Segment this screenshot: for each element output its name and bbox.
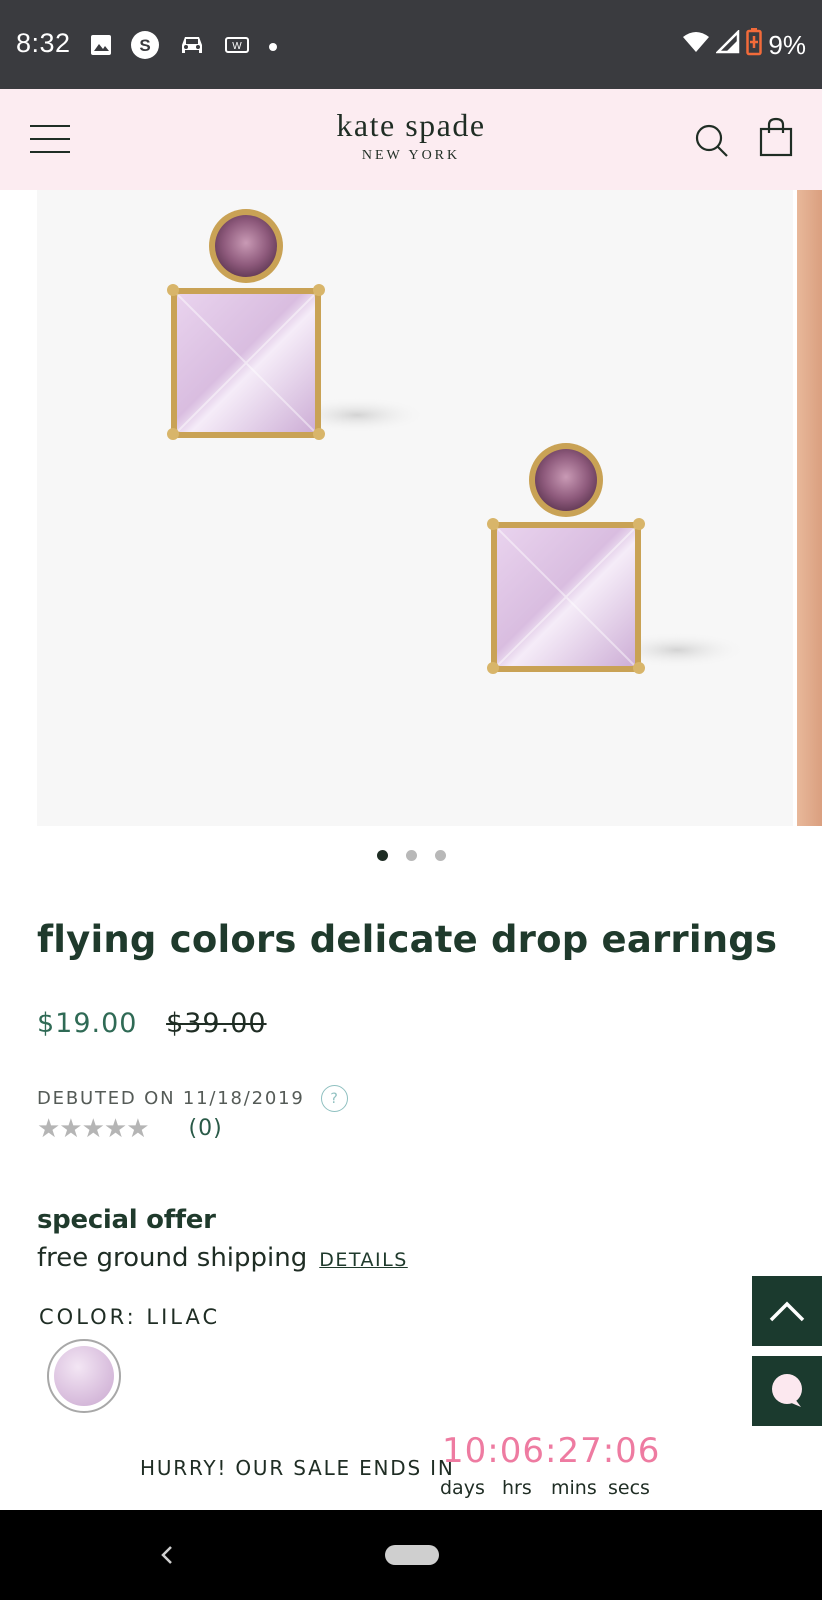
status-time: 8:32 xyxy=(16,28,71,58)
w-icon: W xyxy=(224,34,250,61)
timer-unit-secs: secs xyxy=(608,1477,650,1499)
original-price: $39.00 xyxy=(166,1008,267,1039)
system-icons: 9% xyxy=(682,28,806,63)
battery-percent: 9% xyxy=(768,30,806,60)
chat-icon xyxy=(772,1374,802,1407)
search-icon xyxy=(695,124,728,157)
color-label: COLOR: LILAC xyxy=(39,1305,221,1329)
status-bar: 8:32 S W 9% xyxy=(0,0,822,89)
sale-countdown-banner: HURRY! OUR SALE ENDS IN 10:06:27:06 days… xyxy=(0,1431,822,1509)
timer-unit-mins: mins xyxy=(551,1477,597,1499)
back-to-top-button[interactable] xyxy=(752,1276,822,1346)
price-row: $19.00 $39.00 xyxy=(37,1008,267,1039)
offer-details-link[interactable]: DETAILS xyxy=(319,1249,408,1271)
timer-unit-days: days xyxy=(440,1477,485,1499)
signal-icon xyxy=(715,28,740,61)
product-image[interactable] xyxy=(37,190,793,826)
back-button[interactable] xyxy=(152,1540,182,1570)
debuted-label: DEBUTED ON 11/18/2019 xyxy=(37,1088,305,1109)
system-navigation-bar xyxy=(0,1510,822,1600)
shopping-bag-button[interactable] xyxy=(758,117,794,157)
carousel-dot-2[interactable] xyxy=(405,850,417,861)
special-offer-title: special offer xyxy=(37,1205,216,1235)
back-chevron-icon xyxy=(161,1546,172,1564)
chevron-up-icon xyxy=(769,1301,805,1322)
countdown-timer: 10:06:27:06 xyxy=(442,1431,661,1471)
sale-text: HURRY! OUR SALE ENDS IN xyxy=(140,1456,455,1480)
rating-row[interactable]: ★★★★★ (0) xyxy=(37,1113,223,1144)
review-count[interactable]: (0) xyxy=(189,1116,223,1141)
help-icon[interactable]: ? xyxy=(320,1085,348,1112)
carousel-dot-3[interactable] xyxy=(434,850,446,861)
home-pill-button[interactable] xyxy=(385,1545,439,1565)
product-title: flying colors delicate drop earrings xyxy=(37,918,778,961)
shopping-bag-icon xyxy=(759,117,793,157)
dot-icon xyxy=(268,39,278,57)
notification-icons: S W xyxy=(90,30,278,65)
special-offer-line: free ground shipping DETAILS xyxy=(37,1243,408,1273)
svg-text:W: W xyxy=(232,41,242,52)
s-badge-icon: S xyxy=(130,30,160,65)
color-swatch-lilac[interactable] xyxy=(47,1339,121,1413)
swatch-fill xyxy=(54,1346,114,1406)
star-rating-icon: ★★★★★ xyxy=(37,1113,150,1143)
search-button[interactable] xyxy=(694,123,730,159)
carousel-dot-1[interactable] xyxy=(376,850,388,861)
image-icon xyxy=(90,34,112,61)
offer-text: free ground shipping xyxy=(37,1243,308,1273)
carousel-pagination xyxy=(0,850,822,861)
chat-button[interactable] xyxy=(752,1356,822,1426)
site-header: kate spade NEW YORK xyxy=(0,89,822,190)
battery-low-icon xyxy=(746,28,763,63)
debuted-date: DEBUTED ON 11/18/2019 ? xyxy=(37,1085,348,1112)
svg-text:S: S xyxy=(139,36,150,55)
car-icon xyxy=(178,33,206,62)
timer-unit-hrs: hrs xyxy=(502,1477,532,1499)
product-image-carousel[interactable] xyxy=(0,190,822,826)
sale-price: $19.00 xyxy=(37,1008,138,1039)
earrings-image xyxy=(167,209,747,674)
wifi-icon xyxy=(682,30,710,61)
next-slide-peek[interactable] xyxy=(797,190,822,826)
